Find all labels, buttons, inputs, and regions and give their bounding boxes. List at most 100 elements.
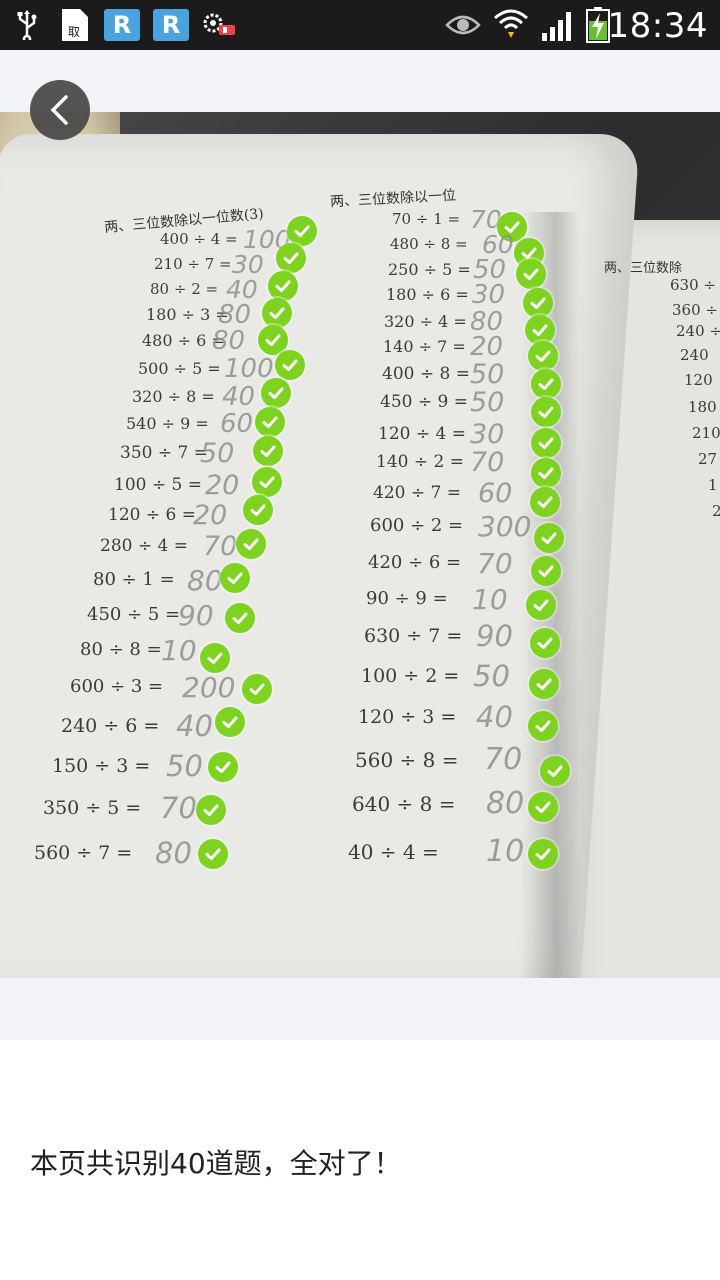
wifi-icon xyxy=(492,9,530,41)
correct-check-icon xyxy=(534,523,564,553)
column1-problem: 100 ÷ 5 = xyxy=(114,475,202,496)
right-page-problem: 2 xyxy=(712,502,720,520)
column1-problem: 600 ÷ 3 = xyxy=(70,676,164,698)
column1-handwritten-answer: 90 xyxy=(178,599,214,632)
column1-problem: 350 ÷ 7 = xyxy=(120,443,208,464)
column1-problem: 80 ÷ 1 = xyxy=(93,569,175,591)
column2-problem: 630 ÷ 7 = xyxy=(364,624,463,647)
correct-check-icon xyxy=(220,563,250,593)
column1-problem: 240 ÷ 6 = xyxy=(61,714,160,737)
correct-check-icon xyxy=(208,752,238,782)
right-page-problem: 210 xyxy=(692,424,720,442)
column2-problem: 90 ÷ 9 = xyxy=(366,588,448,610)
column2-handwritten-answer: 300 xyxy=(478,510,532,543)
column2-handwritten-answer: 40 xyxy=(476,700,513,734)
correct-check-icon xyxy=(530,628,560,658)
correct-check-icon xyxy=(252,467,282,497)
correct-check-icon xyxy=(528,711,558,741)
column1-handwritten-answer: 20 xyxy=(193,500,228,531)
r-app-icon: R xyxy=(153,9,189,41)
correct-check-icon xyxy=(531,556,561,586)
correct-check-icon xyxy=(526,590,556,620)
correct-check-icon xyxy=(196,795,226,825)
column2-handwritten-answer: 20 xyxy=(470,332,504,362)
column1-problem: 120 ÷ 6 = xyxy=(108,505,196,526)
column1-handwritten-answer: 40 xyxy=(222,382,256,412)
column1-problem: 400 ÷ 4 = xyxy=(160,229,238,248)
column1-handwritten-answer: 10 xyxy=(161,634,197,667)
column1-handwritten-answer: 200 xyxy=(182,671,236,704)
correct-check-icon xyxy=(528,792,558,822)
column1-problem: 540 ÷ 9 = xyxy=(126,413,209,433)
correct-check-icon xyxy=(200,643,230,673)
document-icon: 取 xyxy=(60,9,90,41)
column2-handwritten-answer: 50 xyxy=(473,659,510,693)
column1-problem: 280 ÷ 4 = xyxy=(100,536,188,557)
far-right-heading: 两、三位数除 xyxy=(604,261,683,276)
correct-check-icon xyxy=(198,839,228,869)
column2-problem: 70 ÷ 1 = xyxy=(392,209,461,228)
column2-problem: 560 ÷ 8 = xyxy=(355,748,459,772)
correct-check-icon xyxy=(528,839,558,869)
correct-check-icon xyxy=(530,487,560,517)
usb-icon xyxy=(14,9,40,41)
column2-problem: 140 ÷ 2 = xyxy=(376,452,464,473)
column1-handwritten-answer: 40 xyxy=(176,709,213,743)
column1-handwritten-answer: 80 xyxy=(155,836,192,870)
column2-problem: 120 ÷ 3 = xyxy=(358,705,457,728)
column1-problem: 500 ÷ 5 = xyxy=(138,358,221,378)
right-page-problem: 240 ÷ xyxy=(676,322,720,340)
column2-handwritten-answer: 50 xyxy=(470,359,505,390)
correct-check-icon xyxy=(253,436,283,466)
correct-check-icon xyxy=(531,397,561,427)
column1-handwritten-answer: 20 xyxy=(205,470,240,501)
column2-problem: 250 ÷ 5 = xyxy=(388,259,471,279)
column1-problem: 150 ÷ 3 = xyxy=(52,754,151,777)
correct-check-icon xyxy=(531,458,561,488)
correct-check-icon xyxy=(531,428,561,458)
correct-check-icon xyxy=(262,298,292,328)
correct-check-icon xyxy=(531,369,561,399)
correct-check-icon xyxy=(255,407,285,437)
status-time: 18:34 xyxy=(607,6,708,46)
column1-problem: 320 ÷ 8 = xyxy=(132,386,215,406)
correct-check-icon xyxy=(276,243,306,273)
column1-handwritten-answer: 60 xyxy=(220,409,254,439)
signal-icon xyxy=(540,9,576,41)
column2-handwritten-answer: 10 xyxy=(472,583,508,616)
column2-problem: 180 ÷ 6 = xyxy=(386,284,469,304)
column2-problem: 420 ÷ 6 = xyxy=(368,552,462,574)
column2-handwritten-answer: 70 xyxy=(477,547,513,580)
status-bar: 取 R R 18:34 xyxy=(0,0,720,50)
svg-text:取: 取 xyxy=(68,25,80,39)
column1-handwritten-answer: 70 xyxy=(203,531,238,562)
column2-handwritten-answer: 50 xyxy=(470,387,505,418)
right-page-problem: 630 ÷ xyxy=(670,276,716,294)
column1-problem: 560 ÷ 7 = xyxy=(34,841,133,864)
eye-icon xyxy=(444,9,482,41)
column2-problem: 400 ÷ 8 = xyxy=(382,364,470,385)
column1-problem: 350 ÷ 5 = xyxy=(43,796,142,819)
r-app-icon: R xyxy=(104,9,140,41)
column2-handwritten-answer: 70 xyxy=(470,447,505,478)
correct-check-icon xyxy=(523,288,553,318)
column2-problem: 320 ÷ 4 = xyxy=(384,311,467,331)
column2-problem: 640 ÷ 8 = xyxy=(352,792,456,816)
result-message: 本页共识别40道题，全对了！ xyxy=(30,1147,402,1180)
column2-problem: 450 ÷ 9 = xyxy=(380,392,468,413)
column1-problem: 210 ÷ 7 = xyxy=(154,254,232,273)
column1-handwritten-answer: 50 xyxy=(200,438,235,469)
column2-handwritten-answer: 30 xyxy=(472,280,506,310)
right-page-problem: 360 ÷ xyxy=(672,301,718,319)
column2-handwritten-answer: 80 xyxy=(486,786,525,821)
column1-problem: 80 ÷ 2 = xyxy=(150,279,219,298)
column2-handwritten-answer: 60 xyxy=(478,478,513,509)
column2-problem: 600 ÷ 2 = xyxy=(370,515,464,537)
back-button[interactable] xyxy=(30,80,90,140)
right-page-problem: 180 xyxy=(688,398,717,416)
correct-check-icon xyxy=(529,669,559,699)
column2-problem: 140 ÷ 7 = xyxy=(383,336,466,356)
correct-check-icon xyxy=(215,707,245,737)
column2-problem: 480 ÷ 8 = xyxy=(390,234,468,253)
column1-problem: 450 ÷ 5 = xyxy=(87,604,181,626)
